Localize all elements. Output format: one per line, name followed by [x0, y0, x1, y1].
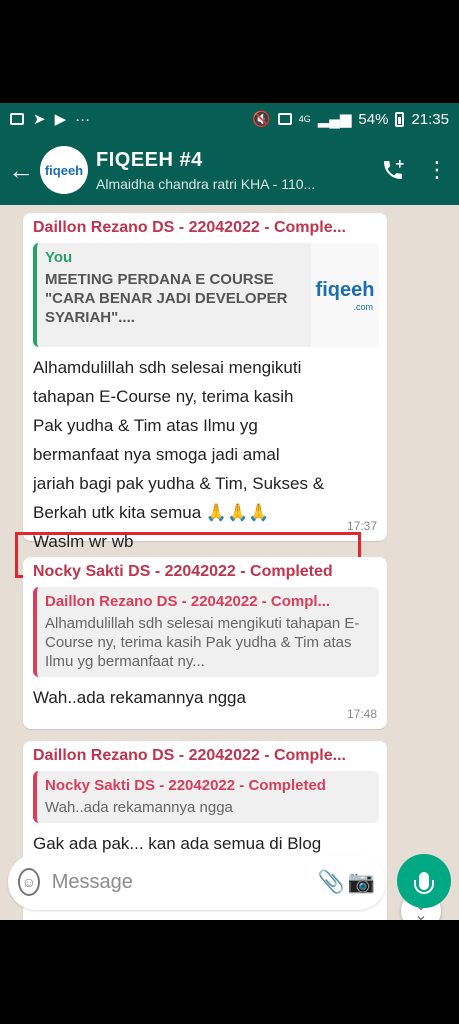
group-avatar[interactable]: fiqeeh [40, 146, 88, 194]
emoji-icon[interactable]: ☺ [18, 868, 40, 896]
thumbnail-logo: fiqeeh [315, 278, 375, 301]
microphone-icon [414, 872, 434, 894]
quoted-thumbnail: fiqeeh .com [311, 243, 379, 347]
message-line: Pak yudha & Tim atas Ilmu yg [33, 416, 258, 435]
message-bubble[interactable]: Nocky Sakti DS - 22042022 - Completed Da… [23, 557, 387, 729]
message-line: Alhamdulillah sdh selesai mengikuti [33, 358, 302, 377]
chat-title-area[interactable]: FIQEEH #4 Almaidha chandra ratri KHA - 1… [96, 149, 371, 192]
message-line: tahapan E-Course ny, terima kasih [33, 387, 294, 406]
message-line: Berkah utk kita semua 🙏🙏🙏 [33, 503, 270, 522]
message-time: 17:48 [346, 707, 377, 721]
telegram-icon: ➤ [33, 111, 46, 128]
quoted-message[interactable]: Daillon Rezano DS - 22042022 - Compl... … [33, 587, 379, 677]
quoted-sender: Daillon Rezano DS - 22042022 - Compl... [45, 593, 331, 610]
message-sender: Daillon Rezano DS - 22042022 - Comple... [33, 219, 346, 236]
mute-icon: 🔇 [252, 111, 271, 128]
quoted-text: Alhamdulillah sdh selesai mengikuti taha… [45, 615, 360, 670]
gallery-icon [10, 113, 24, 125]
chat-title: FIQEEH #4 [96, 148, 203, 171]
quoted-text: Wah..ada rekamannya ngga [45, 799, 233, 816]
chat-header: ← fiqeeh FIQEEH #4 Almaidha chandra ratr… [0, 135, 459, 205]
camera-icon[interactable]: 📷 [346, 869, 376, 895]
message-line: bermanfaat nya smoga jadi amal [33, 445, 280, 464]
youtube-icon: ▶ [54, 111, 67, 128]
overflow-menu-icon[interactable]: ⋮ [415, 148, 459, 192]
status-bar: ➤ ▶ ··· 🔇 4G ▂▄▆ 54% 21:35 [0, 103, 459, 135]
battery-icon [395, 111, 405, 127]
whatsapp-screen: ➤ ▶ ··· 🔇 4G ▂▄▆ 54% 21:35 ← fiqeeh FIQE… [0, 103, 459, 920]
sim-icon [277, 113, 292, 125]
message-time: 17:37 [346, 519, 377, 533]
thumbnail-logo-suffix: .com [353, 301, 373, 312]
quoted-sender: Nocky Sakti DS - 22042022 - Completed [45, 777, 326, 794]
message-list[interactable]: Daillon Rezano DS - 22042022 - Comple...… [0, 205, 459, 920]
add-call-button[interactable] [371, 148, 415, 192]
message-text: Alhamdulillah sdh selesai mengikuti taha… [33, 353, 379, 556]
message-line: jariah bagi pak yudha & Tim, Sukses & [33, 474, 325, 493]
clock: 21:35 [411, 110, 449, 128]
signal-icon: ▂▄▆ [317, 111, 352, 128]
quoted-message[interactable]: Nocky Sakti DS - 22042022 - Completed Wa… [33, 771, 379, 823]
quoted-message[interactable]: You MEETING PERDANA E COURSE "CARA BENAR… [33, 243, 379, 347]
phone-plus-icon [384, 160, 404, 179]
quoted-sender: You [45, 249, 73, 266]
more-notifications-icon: ··· [75, 110, 91, 128]
message-composer: ☺ 📎 📷 [8, 854, 386, 910]
message-sender: Nocky Sakti DS - 22042022 - Completed [33, 563, 333, 580]
message-text: Wah..ada rekamannya ngga [33, 688, 246, 707]
network-4g-label: 4G [298, 113, 311, 124]
back-arrow-icon[interactable]: ← [4, 155, 38, 186]
chat-participants: Almaidha chandra ratri KHA - 110... [96, 175, 316, 192]
quoted-text: MEETING PERDANA E COURSE "CARA BENAR JAD… [45, 271, 288, 326]
voice-record-button[interactable] [397, 854, 451, 908]
message-input[interactable] [51, 870, 317, 894]
message-sender: Daillon Rezano DS - 22042022 - Comple... [33, 747, 346, 764]
message-bubble[interactable]: Daillon Rezano DS - 22042022 - Comple...… [23, 213, 387, 551]
battery-percent: 54% [358, 110, 389, 128]
attach-icon[interactable]: 📎 [317, 869, 347, 895]
avatar-logo: fiqeeh [44, 162, 84, 178]
